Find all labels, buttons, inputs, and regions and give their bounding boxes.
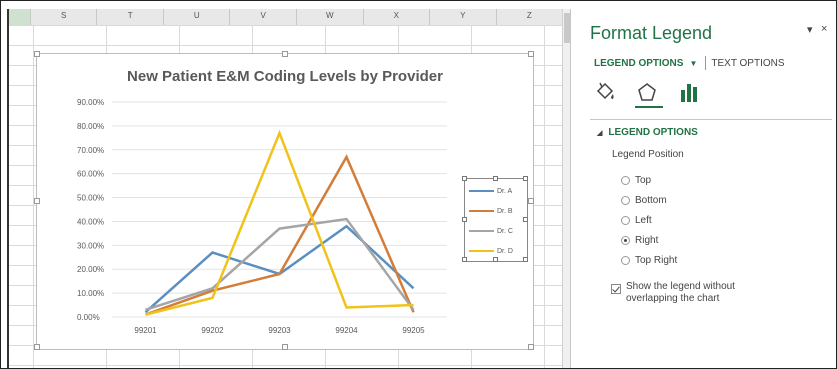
- legend-position-right[interactable]: Right: [621, 235, 658, 246]
- legend-entry[interactable]: Dr. B: [469, 205, 513, 217]
- legend-label: Dr. B: [497, 207, 513, 215]
- radio-label: Top: [635, 175, 652, 186]
- legend-swatch: [469, 250, 494, 252]
- y-tick-label: 10.00%: [77, 289, 104, 298]
- legend-label: Dr. C: [497, 227, 513, 235]
- radio-label: Left: [635, 215, 652, 226]
- radio-button[interactable]: [621, 216, 630, 225]
- format-legend-pane: Format Legend ▾ × LEGEND OPTIONS ▼ TEXT …: [570, 9, 836, 368]
- legend-handle-right[interactable]: [523, 217, 528, 222]
- chevron-down-icon[interactable]: ▼: [689, 59, 697, 68]
- tab-legend-options[interactable]: LEGEND OPTIONS: [594, 58, 683, 69]
- y-tick-label: 0.00%: [77, 313, 100, 322]
- y-tick-label: 50.00%: [77, 194, 104, 203]
- select-all-corner[interactable]: [9, 9, 31, 25]
- column-header-z[interactable]: Z: [497, 9, 564, 25]
- y-tick-label: 60.00%: [77, 170, 104, 179]
- legend-handle-top[interactable]: [493, 176, 498, 181]
- legend-entry[interactable]: Dr. C: [469, 225, 513, 237]
- legend-swatch: [469, 210, 494, 212]
- legend-position-top[interactable]: Top: [621, 175, 651, 186]
- collapse-triangle-icon[interactable]: ◢: [597, 129, 602, 137]
- y-tick-label: 70.00%: [77, 146, 104, 155]
- legend-entry[interactable]: Dr. D: [469, 245, 513, 257]
- section-title: LEGEND OPTIONS: [608, 127, 698, 138]
- legend-swatch: [469, 190, 494, 192]
- x-tick-label: 99204: [335, 326, 358, 335]
- legend-label: Dr. A: [497, 187, 513, 195]
- close-pane-button[interactable]: ×: [821, 23, 827, 35]
- pane-icon-tabs: [594, 81, 700, 103]
- paint-bucket-icon[interactable]: [594, 81, 616, 103]
- legend-position-top-right[interactable]: Top Right: [621, 255, 677, 266]
- pentagon-effects-icon[interactable]: [636, 81, 658, 103]
- x-tick-label: 99205: [402, 326, 425, 335]
- radio-label: Bottom: [635, 195, 667, 206]
- legend-entry[interactable]: Dr. A: [469, 185, 512, 197]
- legend-handle-top-left[interactable]: [462, 176, 467, 181]
- y-tick-label: 30.00%: [77, 241, 104, 250]
- column-header-t[interactable]: T: [97, 9, 164, 25]
- pane-tabs: LEGEND OPTIONS ▼ TEXT OPTIONS: [594, 56, 785, 70]
- x-tick-label: 99203: [268, 326, 291, 335]
- legend-position-left[interactable]: Left: [621, 215, 652, 226]
- radio-button[interactable]: [621, 196, 630, 205]
- tab-separator: [705, 56, 707, 70]
- column-header-v[interactable]: V: [230, 9, 297, 25]
- y-tick-label: 80.00%: [77, 122, 104, 131]
- spreadsheet-area: STUVWXYZ New Patient E&M Coding Levels b…: [7, 9, 564, 368]
- column-header-x[interactable]: X: [364, 9, 431, 25]
- chart-object[interactable]: New Patient E&M Coding Levels by Provide…: [34, 51, 534, 350]
- pane-title: Format Legend: [590, 23, 713, 43]
- legend-swatch: [469, 230, 494, 232]
- y-tick-label: 40.00%: [77, 217, 104, 226]
- radio-button[interactable]: [621, 176, 630, 185]
- x-tick-label: 99202: [201, 326, 224, 335]
- column-header-w[interactable]: W: [297, 9, 364, 25]
- window-frame: STUVWXYZ New Patient E&M Coding Levels b…: [0, 0, 837, 369]
- no-overlap-checkbox-row[interactable]: Show the legend without overlapping the …: [611, 281, 756, 305]
- legend-handle-bottom-right[interactable]: [523, 257, 528, 262]
- dropdown-arrow-icon[interactable]: ▾: [807, 23, 813, 36]
- series-line-drd[interactable]: [145, 129, 414, 316]
- column-header-s[interactable]: S: [31, 9, 98, 25]
- radio-label: Top Right: [635, 255, 678, 266]
- y-tick-label: 90.00%: [77, 98, 104, 107]
- series-line-drb[interactable]: [145, 154, 415, 316]
- active-icon-indicator: [635, 106, 663, 108]
- chart-legend[interactable]: Dr. A Dr. B Dr. C Dr. D: [462, 176, 528, 262]
- radio-label: Right: [635, 235, 659, 246]
- legend-position-bottom[interactable]: Bottom: [621, 195, 667, 206]
- legend-handle-top-right[interactable]: [523, 176, 528, 181]
- section-legend-options[interactable]: ◢ LEGEND OPTIONS: [597, 127, 698, 138]
- legend-handle-bottom[interactable]: [493, 257, 498, 262]
- column-header-row: STUVWXYZ: [9, 9, 564, 26]
- radio-button[interactable]: [621, 236, 630, 245]
- x-tick-label: 99201: [134, 326, 157, 335]
- legend-handle-bottom-left[interactable]: [462, 257, 467, 262]
- y-tick-label: 20.00%: [77, 265, 104, 274]
- legend-label: Dr. D: [497, 247, 513, 255]
- series-line-drc[interactable]: [145, 217, 415, 312]
- column-header-u[interactable]: U: [164, 9, 231, 25]
- bar-chart-options-icon[interactable]: [678, 81, 700, 103]
- no-overlap-checkbox[interactable]: [611, 284, 621, 294]
- radio-button[interactable]: [621, 256, 630, 265]
- tab-text-options[interactable]: TEXT OPTIONS: [711, 58, 784, 69]
- column-header-y[interactable]: Y: [430, 9, 497, 25]
- pane-divider: [590, 119, 832, 120]
- legend-position-label: Legend Position: [612, 149, 684, 160]
- no-overlap-checkbox-label: Show the legend without overlapping the …: [626, 281, 735, 304]
- legend-handle-left[interactable]: [462, 217, 467, 222]
- chart-plot-area[interactable]: 0.00% 10.00% 20.00% 30.00% 40.00% 50.00% 60.00…: [37, 54, 533, 349]
